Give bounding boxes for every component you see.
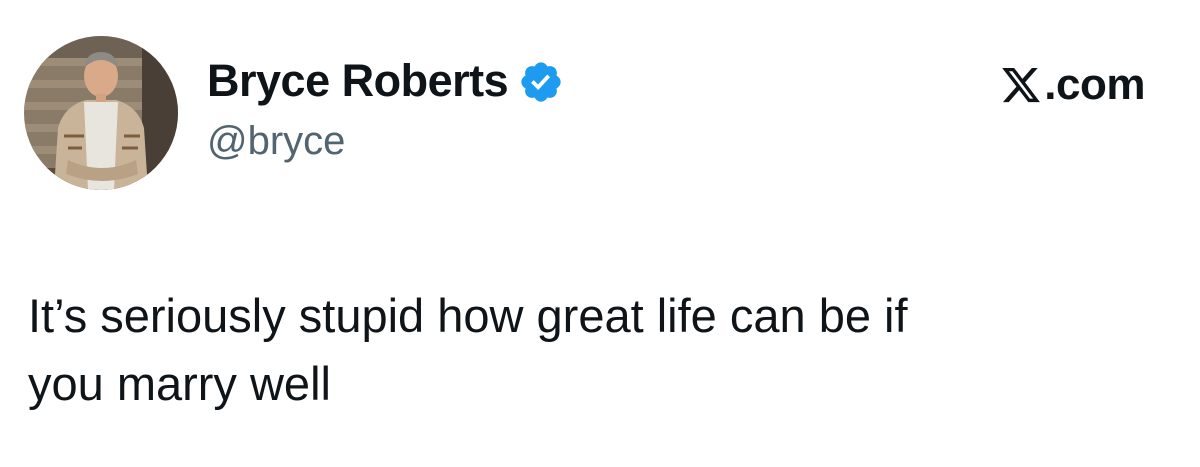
author-avatar[interactable] xyxy=(24,36,178,190)
site-link[interactable]: .com xyxy=(1000,56,1145,114)
tweet-text: It’s seriously stupid how great life can… xyxy=(28,289,908,410)
tweet-card: Bryce Roberts @bryce .com It’s seriously… xyxy=(0,0,1200,467)
avatar-photo xyxy=(24,36,178,190)
author-handle[interactable]: @bryce xyxy=(207,116,564,166)
name-row: Bryce Roberts xyxy=(207,52,564,110)
site-domain: .com xyxy=(1044,60,1145,109)
x-logo-icon xyxy=(1000,64,1042,106)
author-display-name[interactable]: Bryce Roberts xyxy=(207,52,509,110)
author-info: Bryce Roberts @bryce xyxy=(207,52,564,166)
verified-badge-icon xyxy=(518,59,564,105)
